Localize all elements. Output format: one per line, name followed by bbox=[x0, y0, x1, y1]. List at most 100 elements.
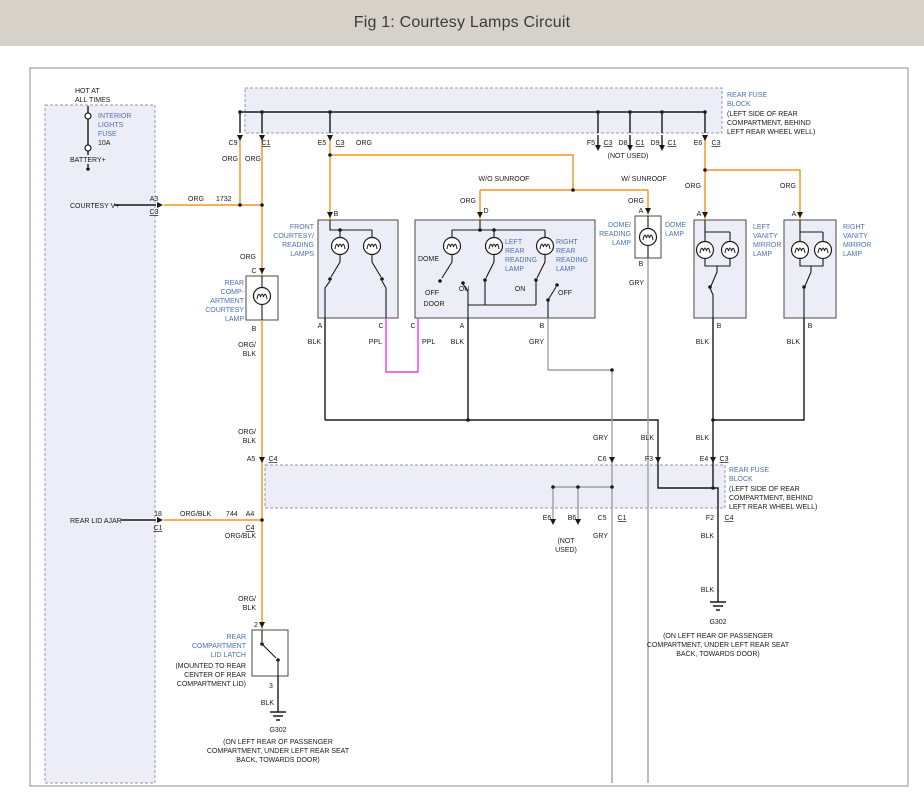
ground-g302: G302 bbox=[709, 619, 726, 626]
junction-dot bbox=[610, 485, 614, 489]
junction-dot bbox=[596, 110, 600, 114]
pin-b: B bbox=[334, 211, 339, 218]
wire-org-label: ORG bbox=[685, 183, 701, 190]
pin-a: A bbox=[318, 323, 323, 330]
arrow-down-icon bbox=[595, 145, 601, 151]
left-vanity-mirror-lamp-box bbox=[694, 220, 746, 318]
wire-org-sunroof-bus bbox=[330, 155, 573, 190]
conn-c4[interactable]: C4 bbox=[246, 525, 255, 532]
junction-dot bbox=[466, 418, 470, 422]
arrow-down-icon bbox=[259, 268, 265, 274]
conn-c1[interactable]: C1 bbox=[262, 140, 271, 147]
diagram-label: ALL TIMES bbox=[75, 97, 111, 104]
diagram-label: BLK bbox=[243, 351, 257, 358]
junction-dot bbox=[703, 168, 707, 172]
wire-org-label: ORG bbox=[188, 196, 204, 203]
conn-c4[interactable]: C4 bbox=[269, 456, 278, 463]
wo-sunroof: W/O SUNROOF bbox=[479, 176, 530, 183]
conn-c1[interactable]: C1 bbox=[668, 140, 677, 147]
diagram-label: REAR bbox=[556, 248, 575, 255]
junction-dot bbox=[86, 167, 90, 171]
switch-off: OFF bbox=[558, 290, 572, 297]
conn-c3[interactable]: C3 bbox=[712, 140, 721, 147]
junction-dot bbox=[711, 418, 715, 422]
junction-dot bbox=[238, 203, 242, 207]
junction-dot bbox=[555, 283, 559, 287]
hot-at-all-times: HOT AT bbox=[75, 88, 100, 95]
arrow-down-icon bbox=[259, 457, 265, 463]
conn-c1[interactable]: C1 bbox=[618, 515, 627, 522]
diagram-label: LAMP bbox=[843, 251, 862, 258]
diagram-label: (LEFT SIDE OF REAR bbox=[727, 111, 798, 118]
diagram-label: USED) bbox=[555, 547, 577, 554]
conn-c3[interactable]: C3 bbox=[720, 456, 729, 463]
junction-dot bbox=[628, 110, 632, 114]
pin-d9: D9 bbox=[651, 140, 660, 147]
conn-c1[interactable]: C1 bbox=[154, 525, 163, 532]
conn-c1[interactable]: C1 bbox=[636, 140, 645, 147]
wire-gry-label: GRY bbox=[529, 339, 544, 346]
diagram-label: LEFT REAR WHEEL WELL) bbox=[727, 129, 815, 136]
pin-b: B bbox=[808, 323, 813, 330]
conn-c3[interactable]: C3 bbox=[150, 209, 159, 216]
wire-org-label: ORG bbox=[240, 254, 256, 261]
conn-c3[interactable]: C3 bbox=[336, 140, 345, 147]
diagram-label: READING bbox=[599, 231, 631, 238]
pin-d: D bbox=[483, 208, 488, 215]
latch-location: (MOUNTED TO REAR bbox=[175, 663, 246, 670]
diagram-label: COMPARTMENT, BEHIND bbox=[729, 495, 813, 502]
lamp-icon bbox=[332, 238, 349, 255]
wire-gry-label: GRY bbox=[593, 435, 608, 442]
pin-b: B bbox=[252, 326, 257, 333]
arrow-down-icon bbox=[609, 457, 615, 463]
org-wires bbox=[164, 135, 800, 630]
arrow-down-icon bbox=[645, 208, 651, 214]
pin-f2: F2 bbox=[706, 515, 714, 522]
arrow-down-icon bbox=[237, 135, 243, 141]
pin-b: B bbox=[639, 261, 644, 268]
arrow-down-icon bbox=[702, 212, 708, 218]
diagram-label: COMPARTMENT LID) bbox=[177, 681, 246, 688]
conn-c3[interactable]: C3 bbox=[604, 140, 613, 147]
junction-dot bbox=[534, 278, 538, 282]
wire-blk-collector bbox=[325, 420, 658, 465]
lamp-icon bbox=[254, 288, 271, 305]
wire-orgblk-label: ORG/BLK bbox=[225, 533, 256, 540]
lamp-icon bbox=[537, 238, 554, 255]
junction-dot bbox=[238, 110, 242, 114]
diagram-label: BACK, TOWARDS DOOR) bbox=[676, 651, 760, 658]
diagram-label: BLK bbox=[243, 605, 257, 612]
rear-fuse-block-bottom-panel bbox=[265, 465, 725, 508]
diagram-label: MIRROR bbox=[843, 242, 871, 249]
wire-orgblk-label: ORG/BLK bbox=[180, 511, 211, 518]
conn-c4[interactable]: C4 bbox=[725, 515, 734, 522]
page: Fig 1: Courtesy Lamps Circuit bbox=[0, 0, 924, 810]
junction-dot bbox=[610, 368, 614, 372]
arrow-down-icon bbox=[477, 212, 483, 218]
junction-dot bbox=[551, 485, 555, 489]
diagram-label: LIGHTS bbox=[98, 122, 124, 129]
rear-fuse-block-bottom: REAR FUSE bbox=[729, 467, 769, 474]
pin-f3: F3 bbox=[645, 456, 653, 463]
pin-18: 18 bbox=[154, 511, 162, 518]
dome-lamp: DOME bbox=[665, 222, 686, 229]
rear-compartment-courtesy-lamp: REAR bbox=[225, 280, 244, 287]
wire-blk-label: BLK bbox=[787, 339, 801, 346]
interior-lights-fuse: INTERIOR bbox=[98, 113, 131, 120]
left-rear-reading-lamp: LEFT bbox=[505, 239, 523, 246]
arrow-down-icon bbox=[710, 457, 716, 463]
diagram-label: BLOCK bbox=[729, 476, 753, 483]
diagram-label: COMPARTMENT, BEHIND bbox=[727, 120, 811, 127]
diagram-label: REAR bbox=[505, 248, 524, 255]
arrow-down-icon bbox=[797, 212, 803, 218]
junction-dot bbox=[708, 285, 712, 289]
wire-blk-label: BLK bbox=[261, 700, 275, 707]
junction-dot bbox=[703, 110, 707, 114]
diagram-label: COMPARTMENT bbox=[192, 643, 247, 650]
diagram-label: LID LATCH bbox=[211, 652, 246, 659]
junction-dot bbox=[260, 642, 264, 646]
diagram-label: (LEFT SIDE OF REAR bbox=[729, 486, 800, 493]
junction-dot bbox=[571, 188, 575, 192]
pin-d8: D8 bbox=[619, 140, 628, 147]
ground-g302: G302 bbox=[269, 727, 286, 734]
